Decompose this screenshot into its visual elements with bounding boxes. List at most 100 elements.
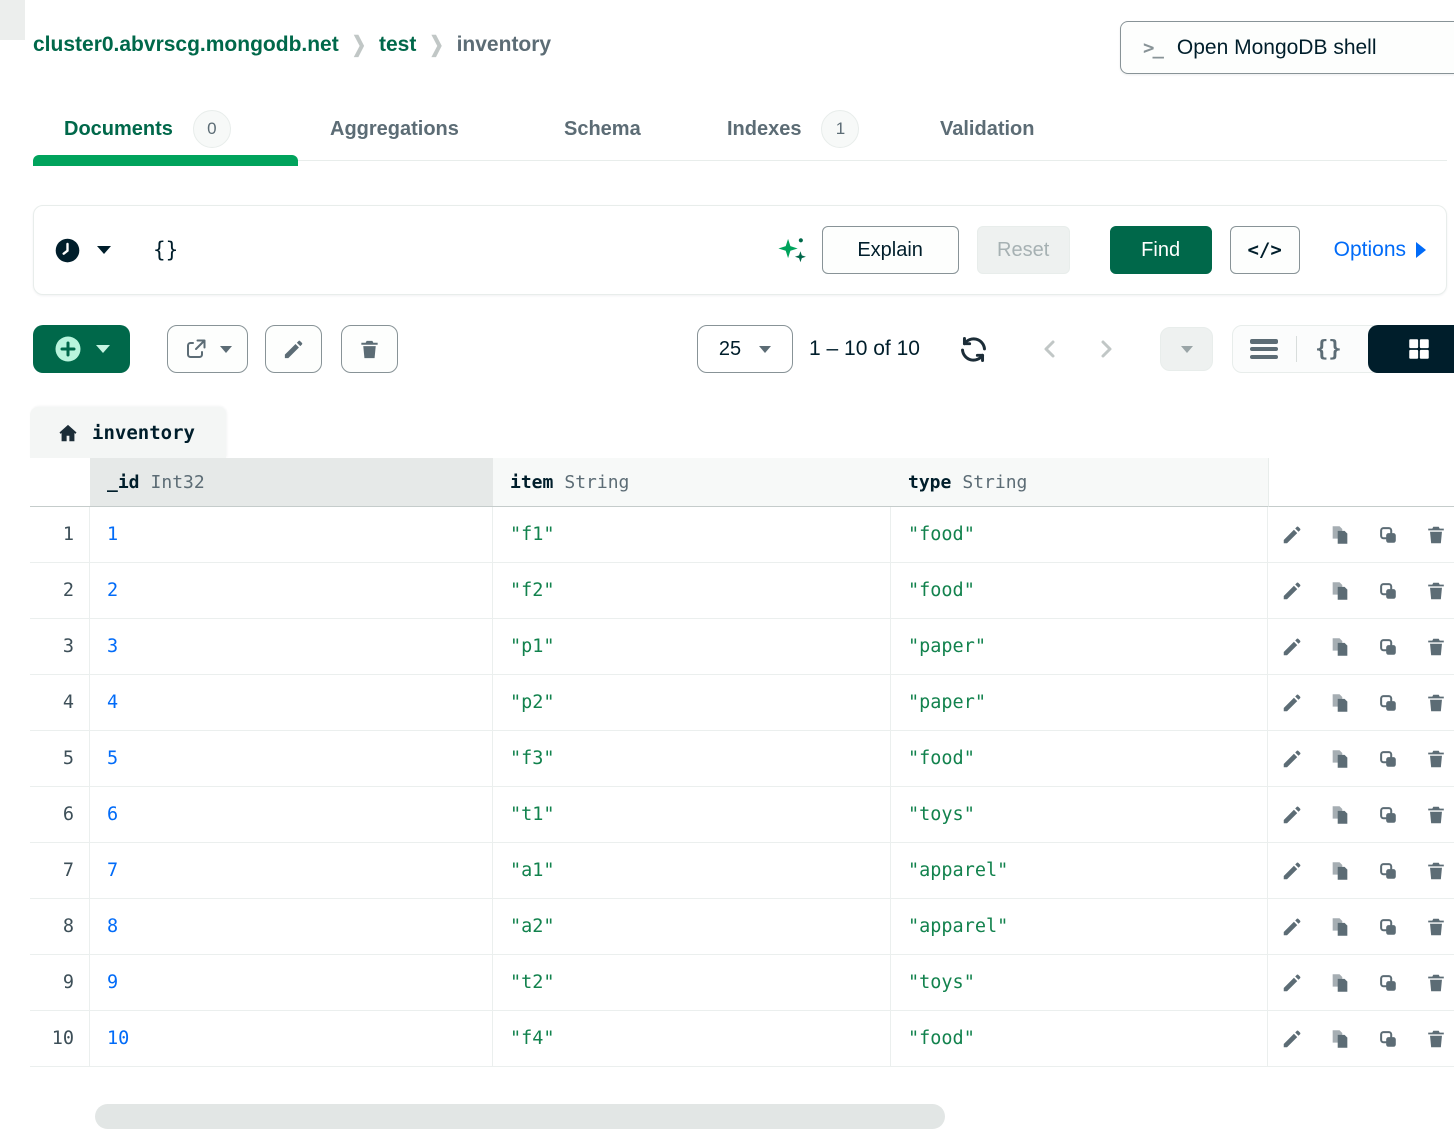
export-to-language-button[interactable]: </>	[1230, 226, 1300, 274]
clone-icon[interactable]	[1377, 916, 1399, 938]
cell-type-value[interactable]: "food"	[891, 507, 1268, 562]
cell-type-value[interactable]: "apparel"	[891, 899, 1268, 954]
page-size-select[interactable]: 25	[697, 325, 793, 373]
cell-item-value[interactable]: "f2"	[493, 563, 891, 618]
breadcrumb-database[interactable]: test	[379, 33, 416, 57]
edit-pencil-icon[interactable]	[1281, 1028, 1303, 1050]
filter-input[interactable]: {}	[153, 238, 178, 262]
edit-pencil-icon[interactable]	[1281, 748, 1303, 770]
header-column-id[interactable]: _id Int32	[90, 458, 493, 507]
cell-item-value[interactable]: "p1"	[493, 619, 891, 674]
clone-icon[interactable]	[1377, 692, 1399, 714]
delete-trash-icon[interactable]	[1425, 804, 1447, 826]
json-view-button[interactable]: {}	[1297, 325, 1360, 373]
copy-icon[interactable]	[1329, 692, 1351, 714]
clone-icon[interactable]	[1377, 748, 1399, 770]
cell-item-value[interactable]: "t2"	[493, 955, 891, 1010]
tab-validation[interactable]: Validation	[940, 103, 1034, 155]
cell-item-value[interactable]: "f3"	[493, 731, 891, 786]
cell-type-value[interactable]: "toys"	[891, 955, 1268, 1010]
copy-icon[interactable]	[1329, 580, 1351, 602]
copy-icon[interactable]	[1329, 860, 1351, 882]
header-column-type[interactable]: type String	[891, 458, 1268, 507]
copy-icon[interactable]	[1329, 916, 1351, 938]
clone-icon[interactable]	[1377, 580, 1399, 602]
sparkle-ai-icon[interactable]	[775, 234, 808, 267]
tab-documents[interactable]: Documents 0	[64, 103, 231, 155]
cell-item-value[interactable]: "a1"	[493, 843, 891, 898]
cell-id-value[interactable]: 8	[90, 899, 493, 954]
delete-trash-icon[interactable]	[1425, 860, 1447, 882]
cell-type-value[interactable]: "food"	[891, 563, 1268, 618]
delete-trash-icon[interactable]	[1425, 1028, 1447, 1050]
clone-icon[interactable]	[1377, 860, 1399, 882]
cell-type-value[interactable]: "paper"	[891, 675, 1268, 730]
add-data-button[interactable]	[33, 325, 130, 373]
clone-icon[interactable]	[1377, 1028, 1399, 1050]
cell-item-value[interactable]: "f4"	[493, 1011, 891, 1066]
cell-item-value[interactable]: "p2"	[493, 675, 891, 730]
refresh-button[interactable]	[958, 325, 989, 373]
header-column-item[interactable]: item String	[493, 458, 891, 507]
delete-trash-icon[interactable]	[1425, 692, 1447, 714]
explain-button[interactable]: Explain	[822, 226, 959, 274]
cell-type-value[interactable]: "toys"	[891, 787, 1268, 842]
tab-indexes[interactable]: Indexes 1	[727, 103, 859, 155]
table-view-button[interactable]	[1368, 325, 1454, 373]
copy-icon[interactable]	[1329, 1028, 1351, 1050]
cell-item-value[interactable]: "f1"	[493, 507, 891, 562]
delete-trash-icon[interactable]	[1425, 748, 1447, 770]
cell-type-value[interactable]: "apparel"	[891, 843, 1268, 898]
tab-aggregations[interactable]: Aggregations	[330, 103, 459, 155]
cell-item-value[interactable]: "a2"	[493, 899, 891, 954]
cell-id-value[interactable]: 6	[90, 787, 493, 842]
collection-breadcrumb-tab[interactable]: inventory	[30, 407, 226, 458]
previous-page-button[interactable]	[1038, 325, 1062, 373]
edit-pencil-icon[interactable]	[1281, 972, 1303, 994]
delete-trash-icon[interactable]	[1425, 972, 1447, 994]
edit-pencil-icon[interactable]	[1281, 524, 1303, 546]
cell-type-value[interactable]: "food"	[891, 1011, 1268, 1066]
edit-pencil-icon[interactable]	[1281, 692, 1303, 714]
export-collection-button[interactable]	[167, 325, 248, 373]
copy-icon[interactable]	[1329, 972, 1351, 994]
update-documents-button[interactable]	[265, 325, 322, 373]
horizontal-scrollbar-thumb[interactable]	[95, 1104, 945, 1129]
edit-pencil-icon[interactable]	[1281, 860, 1303, 882]
cell-id-value[interactable]: 2	[90, 563, 493, 618]
cell-id-value[interactable]: 9	[90, 955, 493, 1010]
copy-icon[interactable]	[1329, 748, 1351, 770]
cell-type-value[interactable]: "paper"	[891, 619, 1268, 674]
cell-id-value[interactable]: 1	[90, 507, 493, 562]
query-history-button[interactable]	[54, 237, 111, 264]
clone-icon[interactable]	[1377, 636, 1399, 658]
next-page-button[interactable]	[1094, 325, 1118, 373]
cell-id-value[interactable]: 4	[90, 675, 493, 730]
reset-button[interactable]: Reset	[977, 226, 1070, 274]
cell-id-value[interactable]: 7	[90, 843, 493, 898]
tab-schema[interactable]: Schema	[564, 103, 641, 155]
delete-trash-icon[interactable]	[1425, 916, 1447, 938]
cell-id-value[interactable]: 5	[90, 731, 493, 786]
delete-trash-icon[interactable]	[1425, 524, 1447, 546]
list-view-button[interactable]	[1233, 325, 1296, 373]
cell-id-value[interactable]: 10	[90, 1011, 493, 1066]
open-shell-button[interactable]: >_ Open MongoDB shell	[1120, 21, 1454, 74]
copy-icon[interactable]	[1329, 804, 1351, 826]
delete-documents-button[interactable]	[341, 325, 398, 373]
copy-icon[interactable]	[1329, 636, 1351, 658]
clone-icon[interactable]	[1377, 972, 1399, 994]
cell-item-value[interactable]: "t1"	[493, 787, 891, 842]
delete-trash-icon[interactable]	[1425, 636, 1447, 658]
cell-id-value[interactable]: 3	[90, 619, 493, 674]
options-toggle[interactable]: Options	[1334, 238, 1426, 262]
edit-pencil-icon[interactable]	[1281, 916, 1303, 938]
delete-trash-icon[interactable]	[1425, 580, 1447, 602]
edit-pencil-icon[interactable]	[1281, 804, 1303, 826]
edit-pencil-icon[interactable]	[1281, 580, 1303, 602]
copy-icon[interactable]	[1329, 524, 1351, 546]
clone-icon[interactable]	[1377, 524, 1399, 546]
find-button[interactable]: Find	[1110, 226, 1212, 274]
edit-pencil-icon[interactable]	[1281, 636, 1303, 658]
cell-type-value[interactable]: "food"	[891, 731, 1268, 786]
